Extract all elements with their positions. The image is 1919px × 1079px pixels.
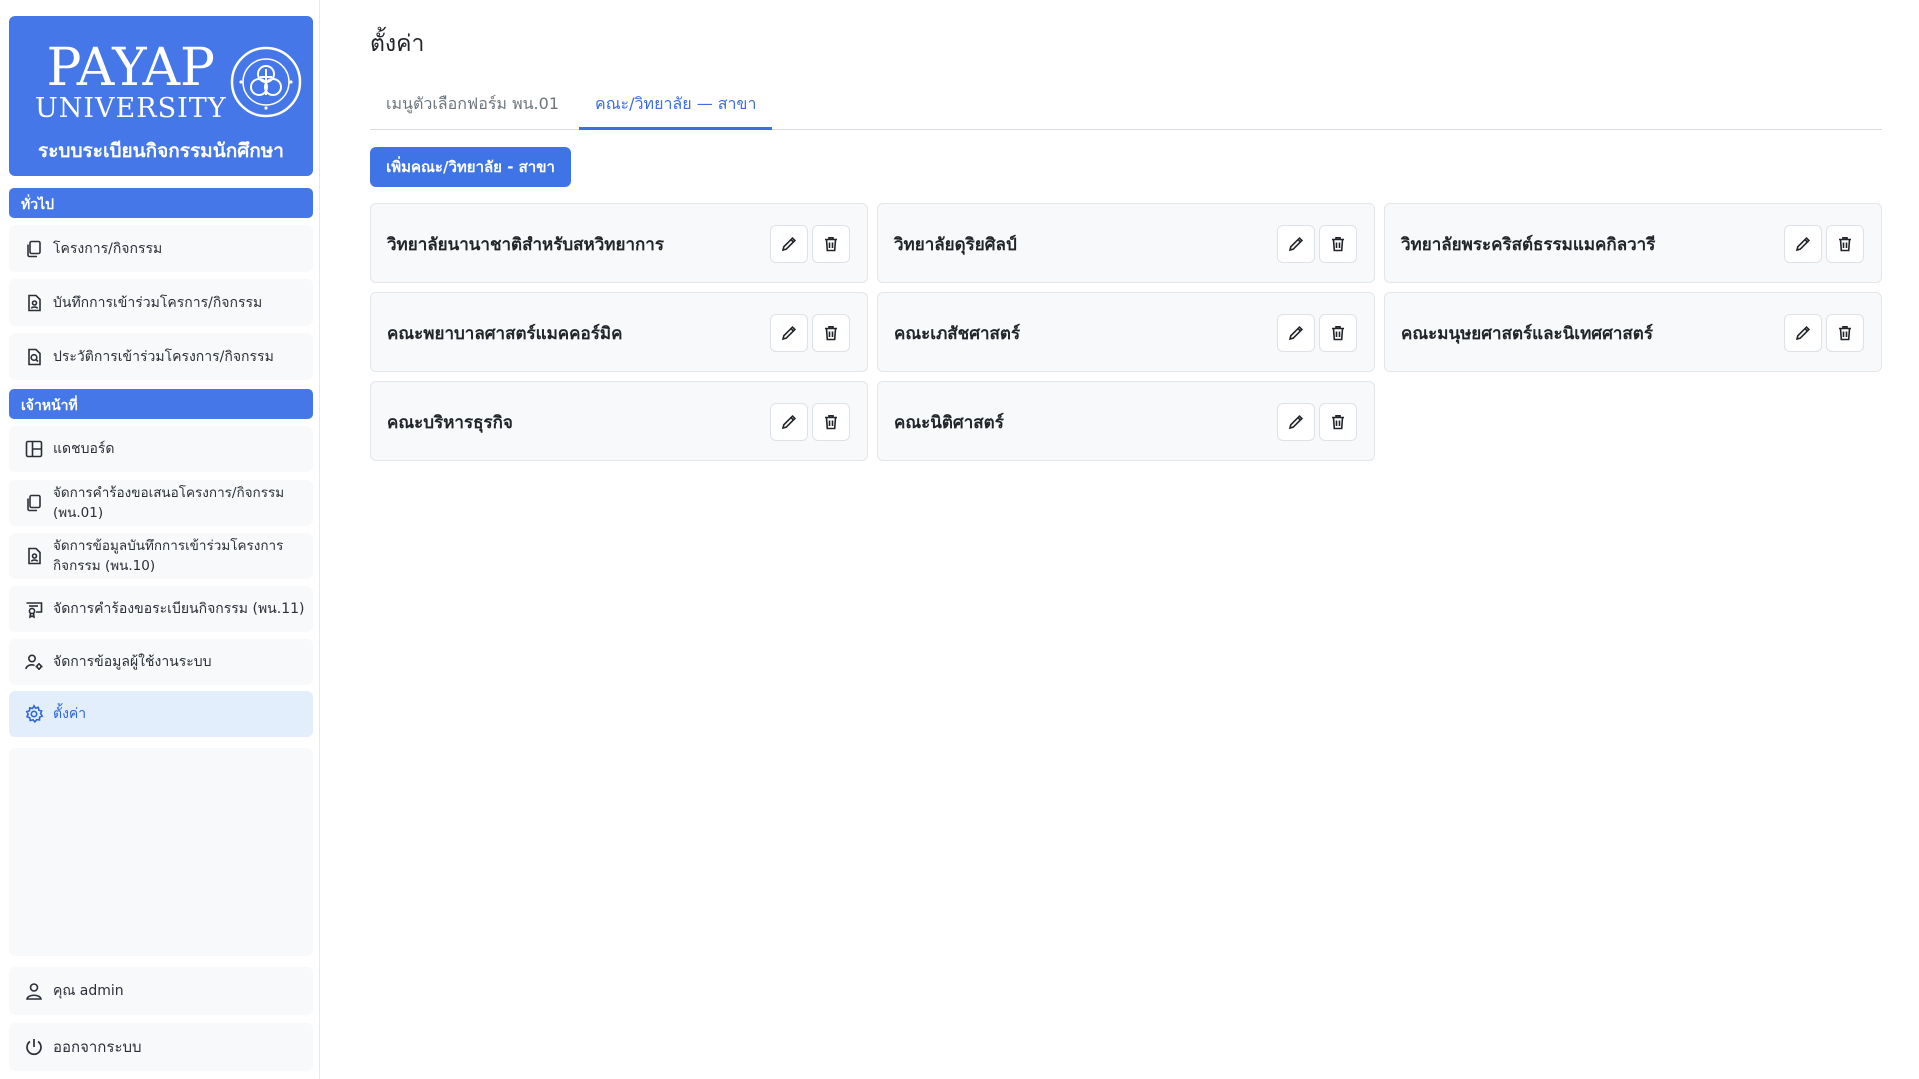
document-person-icon <box>23 292 45 314</box>
delete-button[interactable] <box>812 403 850 441</box>
sidebar-item-proposal-requests[interactable]: จัดการคำร้องขอเสนอโครงการ/กิจกรรม (พน.01… <box>9 480 313 526</box>
university-seal-icon <box>230 46 301 118</box>
faculty-card: คณะมนุษยศาสตร์และนิเทศศาสตร์ <box>1384 292 1882 372</box>
edit-button[interactable] <box>1784 225 1822 263</box>
faculty-card: วิทยาลัยดุริยศิลป์ <box>877 203 1375 283</box>
logo-line2: UNIVERSITY <box>35 93 227 124</box>
faculty-card: วิทยาลัยพระคริสต์ธรรมแมคกิลวารี <box>1384 203 1882 283</box>
sidebar-item-dashboard[interactable]: แดชบอร์ด <box>9 426 313 472</box>
faculty-name: วิทยาลัยพระคริสต์ธรรมแมคกิลวารี <box>1401 234 1656 255</box>
delete-button[interactable] <box>1319 225 1357 263</box>
documents-icon <box>23 238 45 260</box>
faculty-name: คณะบริหารธุรกิจ <box>387 412 513 433</box>
trash-icon <box>825 415 837 430</box>
faculty-card: วิทยาลัยนานาชาติสำหรับสหวิทยาการ <box>370 203 868 283</box>
page-title: ตั้งค่า <box>370 31 425 57</box>
section-staff-header: เจ้าหน้าที่ <box>9 389 313 419</box>
sidebar-user[interactable]: คุณ admin <box>9 967 313 1015</box>
edit-button[interactable] <box>1277 225 1315 263</box>
faculty-name: คณะพยาบาลศาสตร์แมคคอร์มิค <box>387 323 623 344</box>
logout-button[interactable]: ออกจากระบบ <box>9 1023 313 1071</box>
sidebar-item-label: ประวัติการเข้าร่วมโครงการ/กิจกรรม <box>53 348 274 365</box>
tab-bar: เมนูตัวเลือกฟอร์ม พน.01 คณะ/วิทยาลัย — ส… <box>370 84 1882 130</box>
section-general-header: ทั่วไป <box>9 188 313 218</box>
pencil-icon <box>1288 236 1304 252</box>
delete-button[interactable] <box>812 314 850 352</box>
faculty-name: วิทยาลัยดุริยศิลป์ <box>894 234 1017 255</box>
sidebar-item-record-requests[interactable]: จัดการคำร้องขอระเบียนกิจกรรม (พน.11) <box>9 586 313 632</box>
sidebar-empty-area <box>9 748 313 956</box>
pencil-icon <box>781 325 797 341</box>
faculty-name: คณะนิติศาสตร์ <box>894 412 1004 433</box>
edit-button[interactable] <box>770 403 808 441</box>
certificate-icon <box>23 598 45 620</box>
sidebar-item-label: จัดการข้อมูลผู้ใช้งานระบบ <box>53 654 212 670</box>
sidebar-item-label: จัดการคำร้องขอระเบียนกิจกรรม (พน.11) <box>53 601 305 617</box>
brand-header: PAYAP UNIVERSITY ระบบระเบียนกิจกรรมนักศึ… <box>9 16 313 176</box>
delete-button[interactable] <box>812 225 850 263</box>
sidebar-item-attendance-history[interactable]: ประวัติการเข้าร่วมโครงการ/กิจกรรม <box>9 333 313 380</box>
pencil-icon <box>781 236 797 252</box>
sidebar-item-label: บันทึกการเข้าร่วมโครการ/กิจกรรม <box>53 294 263 311</box>
sidebar-item-label: จัดการข้อมูลบันทึกการเข้าร่วมโครงการ กิจ… <box>53 538 284 574</box>
power-icon <box>23 1036 45 1058</box>
faculty-card: คณะพยาบาลศาสตร์แมคคอร์มิค <box>370 292 868 372</box>
edit-button[interactable] <box>1277 314 1315 352</box>
trash-icon <box>1332 237 1344 252</box>
pencil-icon <box>1795 325 1811 341</box>
delete-button[interactable] <box>1826 225 1864 263</box>
faculty-card: คณะนิติศาสตร์ <box>877 381 1375 461</box>
logo-line1: PAYAP <box>46 38 216 98</box>
gear-icon <box>23 703 45 725</box>
university-logo: PAYAP UNIVERSITY <box>35 42 303 122</box>
delete-button[interactable] <box>1319 314 1357 352</box>
documents-icon <box>23 492 45 514</box>
document-person-icon <box>23 545 45 567</box>
sidebar-item-settings[interactable]: ตั้งค่า <box>9 691 313 737</box>
faculty-card: คณะเภสัชศาสตร์ <box>877 292 1375 372</box>
pencil-icon <box>1288 414 1304 430</box>
logout-label: ออกจากระบบ <box>53 1038 142 1056</box>
trash-icon <box>1332 326 1344 341</box>
system-name: ระบบระเบียนกิจกรรมนักศึกษา <box>38 140 284 162</box>
tab-form-options[interactable]: เมนูตัวเลือกฟอร์ม พน.01 <box>370 84 575 130</box>
pencil-icon <box>1795 236 1811 252</box>
trash-icon <box>1839 326 1851 341</box>
dashboard-icon <box>23 438 45 460</box>
sidebar-item-attendance-data[interactable]: จัดการข้อมูลบันทึกการเข้าร่วมโครงการ กิจ… <box>9 533 313 579</box>
user-icon <box>23 980 45 1002</box>
faculty-name: คณะเภสัชศาสตร์ <box>894 323 1021 344</box>
trash-icon <box>825 326 837 341</box>
edit-button[interactable] <box>770 225 808 263</box>
trash-icon <box>1332 415 1344 430</box>
sidebar-item-label: จัดการคำร้องขอเสนอโครงการ/กิจกรรม (พน.01… <box>53 485 285 521</box>
document-search-icon <box>23 346 45 368</box>
user-gear-icon <box>23 651 45 673</box>
tab-faculties[interactable]: คณะ/วิทยาลัย — สาขา <box>579 84 773 130</box>
trash-icon <box>1839 237 1851 252</box>
delete-button[interactable] <box>1826 314 1864 352</box>
trash-icon <box>825 237 837 252</box>
edit-button[interactable] <box>770 314 808 352</box>
edit-button[interactable] <box>1277 403 1315 441</box>
sidebar-item-user-management[interactable]: จัดการข้อมูลผู้ใช้งานระบบ <box>9 639 313 685</box>
pencil-icon <box>781 414 797 430</box>
sidebar-item-label: ตั้งค่า <box>53 706 87 722</box>
faculty-name: วิทยาลัยนานาชาติสำหรับสหวิทยาการ <box>387 234 664 255</box>
sidebar: PAYAP UNIVERSITY ระบบระเบียนกิจกรรมนักศึ… <box>0 0 320 1079</box>
edit-button[interactable] <box>1784 314 1822 352</box>
sidebar-item-label: แดชบอร์ด <box>53 441 115 457</box>
faculty-card: คณะบริหารธุรกิจ <box>370 381 868 461</box>
faculty-name: คณะมนุษยศาสตร์และนิเทศศาสตร์ <box>1401 323 1653 344</box>
sidebar-item-projects[interactable]: โครงการ/กิจกรรม <box>9 225 313 272</box>
sidebar-item-attendance-record[interactable]: บันทึกการเข้าร่วมโครการ/กิจกรรม <box>9 279 313 326</box>
add-faculty-button[interactable]: เพิ่มคณะ/วิทยาลัย - สาขา <box>370 147 571 187</box>
delete-button[interactable] <box>1319 403 1357 441</box>
user-name: คุณ admin <box>53 983 124 999</box>
sidebar-item-label: โครงการ/กิจกรรม <box>53 240 163 257</box>
pencil-icon <box>1288 325 1304 341</box>
